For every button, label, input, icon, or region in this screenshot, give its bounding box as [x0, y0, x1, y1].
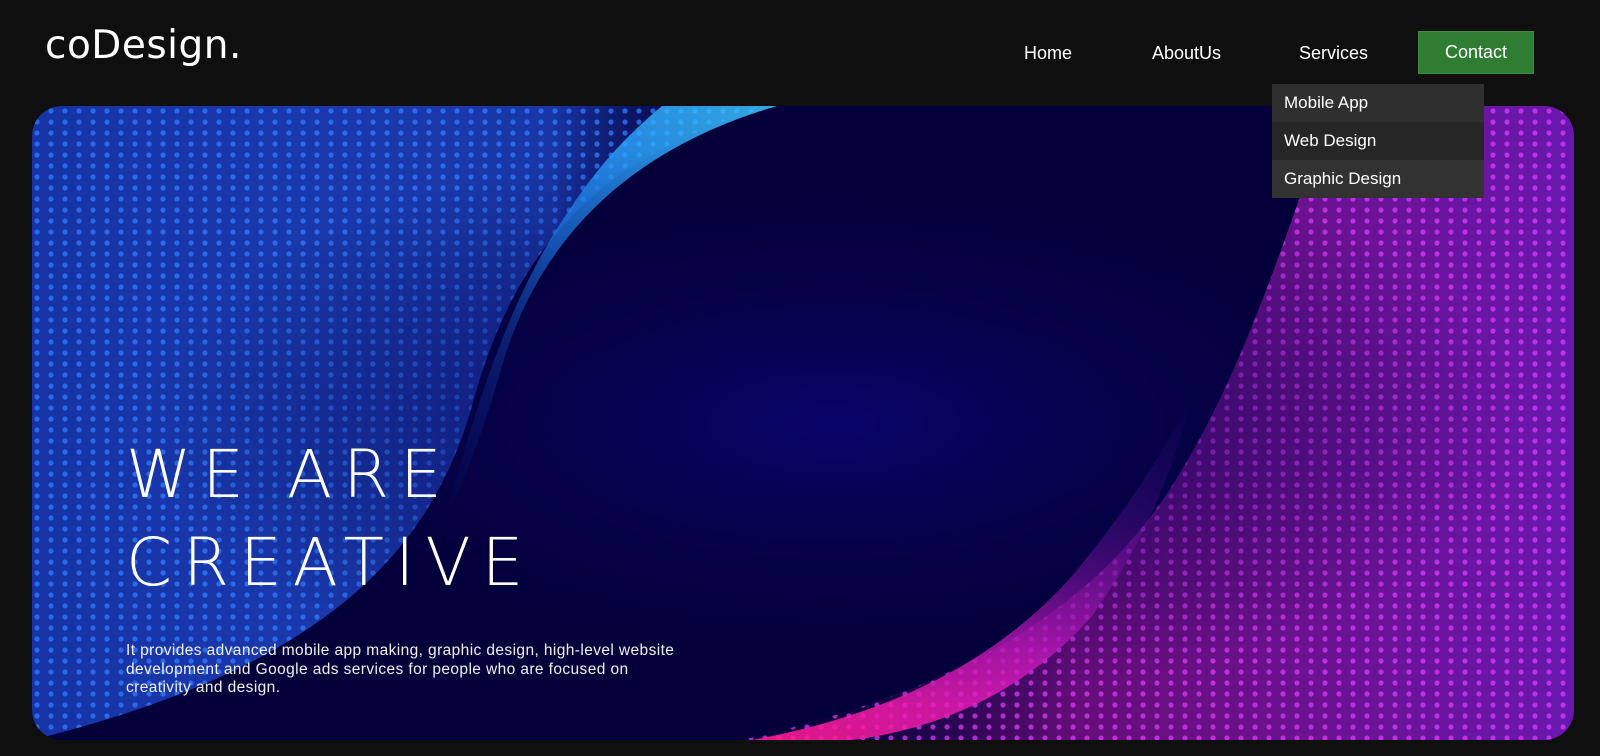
headline-line-1: WE ARE — [126, 436, 453, 513]
page: coDesign. Home AboutUs Services Contact — [0, 0, 1600, 756]
nav-link-services[interactable]: Services — [1299, 42, 1368, 64]
headline-line-2: CREATIVE — [126, 524, 535, 601]
nav-link-home[interactable]: Home — [1024, 42, 1072, 64]
hero-banner: WE ARE CREATIVE It provides advanced mob… — [32, 106, 1574, 740]
hero-description: It provides advanced mobile app making, … — [126, 642, 675, 696]
services-dropdown-menu: Mobile App Web Design Graphic Design — [1272, 84, 1484, 198]
contact-button[interactable]: Contact — [1418, 31, 1534, 74]
dropdown-item-web-design[interactable]: Web Design — [1272, 122, 1484, 160]
brand-logo[interactable]: coDesign. — [45, 26, 242, 65]
hero-headline: WE ARE CREATIVE — [126, 431, 534, 607]
dropdown-item-graphic-design[interactable]: Graphic Design — [1272, 160, 1484, 198]
dropdown-item-mobile-app[interactable]: Mobile App — [1272, 84, 1484, 122]
nav-link-about-us[interactable]: AboutUs — [1152, 42, 1221, 64]
